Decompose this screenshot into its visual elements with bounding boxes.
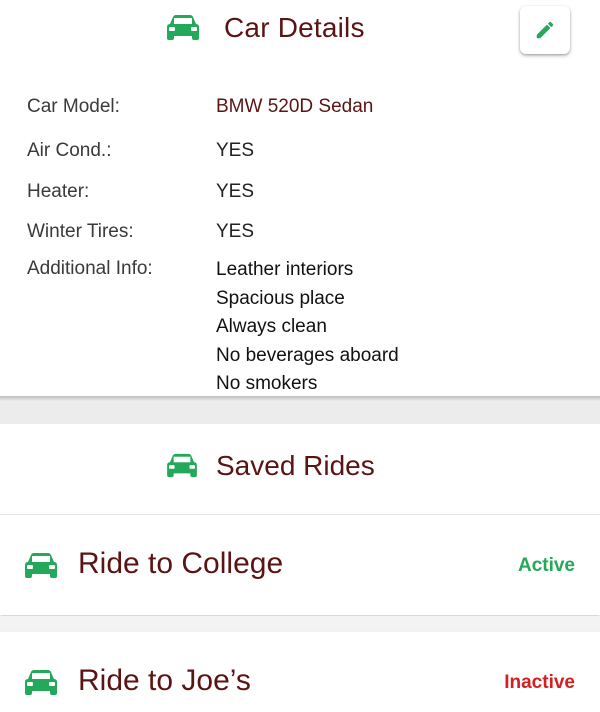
additional-info-line: No beverages aboard <box>216 344 399 366</box>
ride-title: Ride to College <box>78 547 284 580</box>
winter-tires-label: Winter Tires: <box>27 221 134 242</box>
car-details-title: Car Details <box>224 12 365 43</box>
additional-info-line: Always clean <box>216 316 327 337</box>
additional-info-label: Additional Info: <box>27 258 153 279</box>
car-icon <box>24 552 58 580</box>
section-divider-shadow <box>0 396 600 401</box>
additional-info-list: Leather interiors Spacious place Always … <box>216 256 399 399</box>
saved-rides-header: Saved Rides <box>0 426 600 515</box>
heater-label: Heater: <box>27 181 90 202</box>
additional-info-line: Spacious place <box>216 287 345 309</box>
additional-info-line: No smokers <box>216 373 318 394</box>
ride-status-badge: Inactive <box>504 672 575 693</box>
winter-tires-value: YES <box>216 221 255 242</box>
car-details-card: Car Details Car Model: BMW 520D Sedan Ai… <box>0 0 600 398</box>
saved-rides-title-group: Saved Rides <box>166 450 375 482</box>
section-divider <box>0 398 600 424</box>
car-icon <box>166 14 200 42</box>
air-cond-label: Air Cond.: <box>27 140 112 161</box>
additional-info-line: Leather interiors <box>216 259 354 280</box>
air-cond-value: YES <box>216 140 255 161</box>
page: Car Details Car Model: BMW 520D Sedan Ai… <box>0 0 600 712</box>
heater-value: YES <box>216 181 255 202</box>
ride-list-item-joes[interactable]: Ride to Joe’s Inactive <box>0 632 600 712</box>
ride-list-item-college[interactable]: Ride to College Active <box>0 515 600 615</box>
car-model-value: BMW 520D Sedan <box>216 96 374 117</box>
car-icon <box>166 453 198 479</box>
ride-title: Ride to Joe’s <box>78 664 251 697</box>
pencil-icon <box>534 19 556 41</box>
edit-car-details-button[interactable] <box>520 6 570 54</box>
car-details-header: Car Details <box>0 0 600 58</box>
car-icon <box>24 669 58 697</box>
ride-status-badge: Active <box>517 555 575 576</box>
car-model-label: Car Model: <box>27 96 120 117</box>
car-details-title-group: Car Details <box>166 10 365 46</box>
ride-list-gap <box>0 616 600 632</box>
saved-rides-title: Saved Rides <box>216 450 375 481</box>
